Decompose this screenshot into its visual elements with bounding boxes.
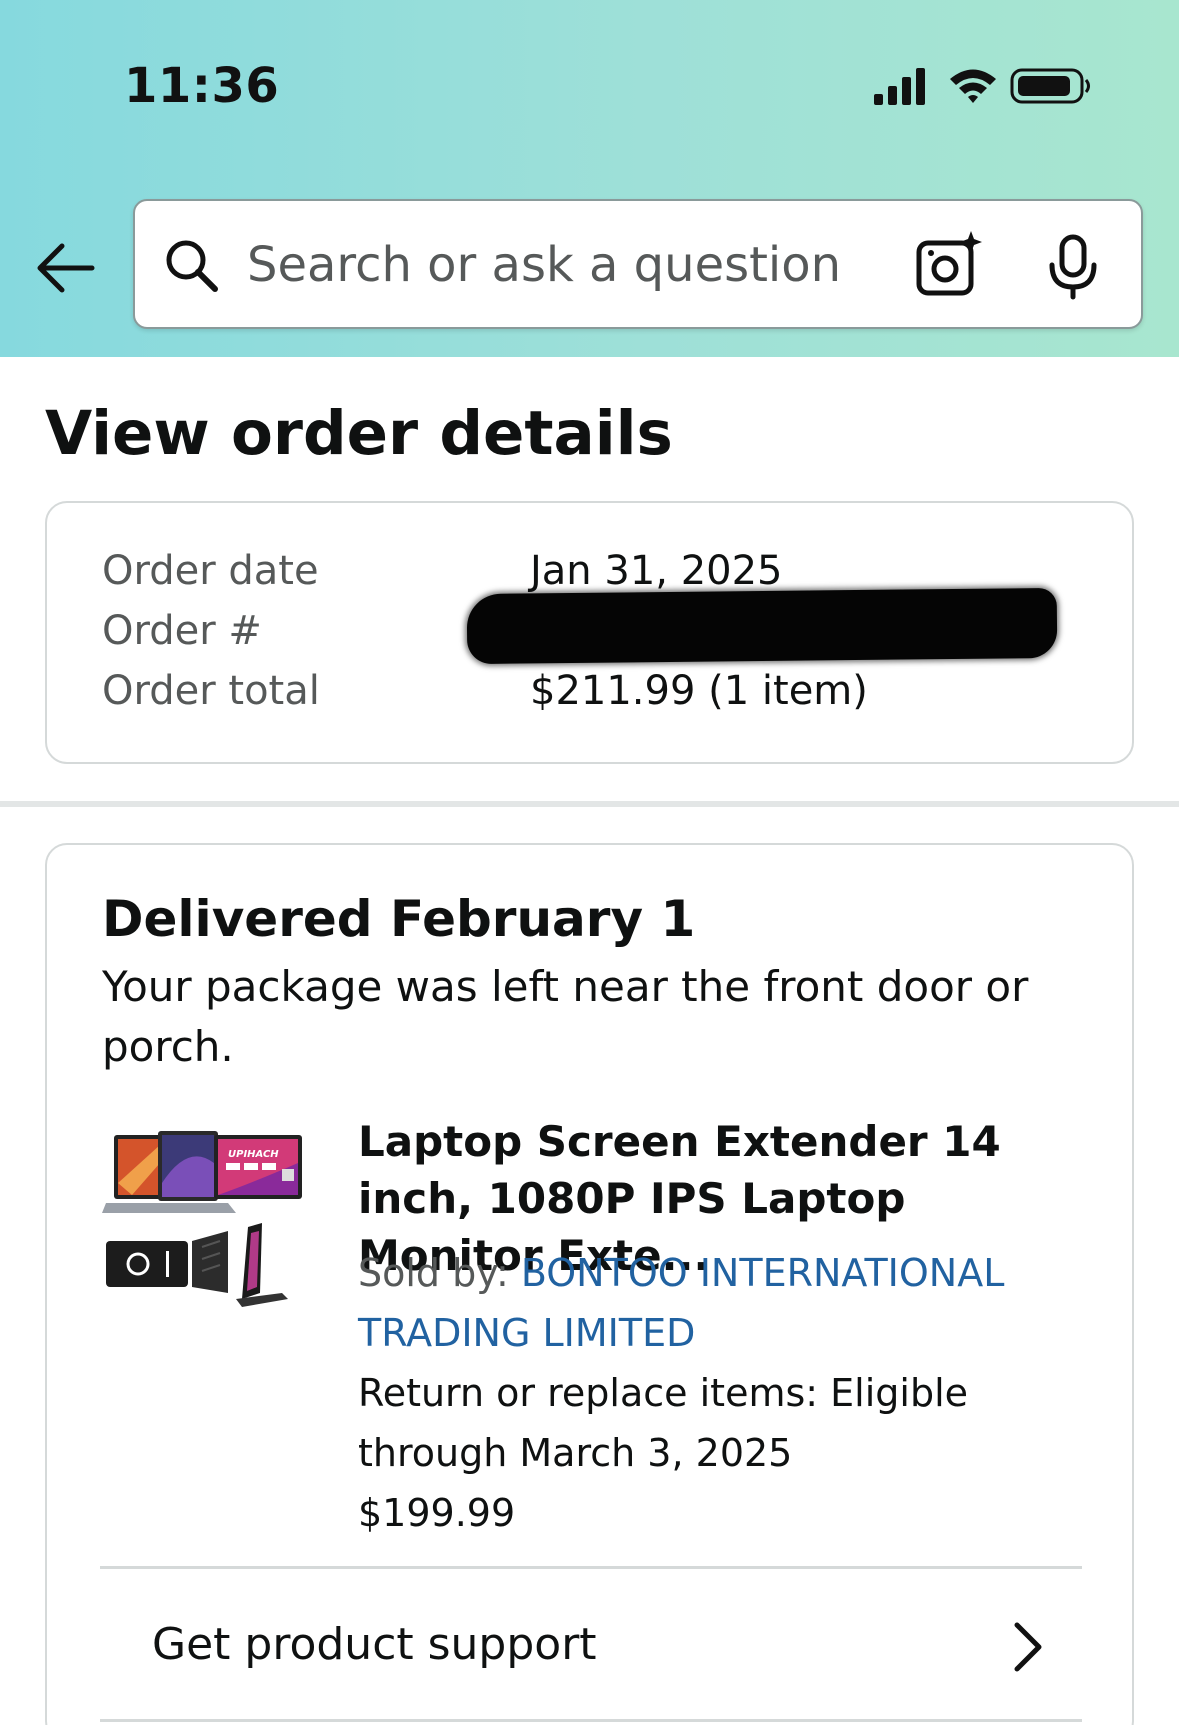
status-time: 11:36 bbox=[124, 58, 280, 114]
shipment-card: Delivered February 1 Your package was le… bbox=[45, 843, 1134, 1725]
camera-lens-icon[interactable] bbox=[913, 229, 985, 301]
search-input[interactable] bbox=[247, 229, 927, 301]
product-image-brand-text: UPIHACH bbox=[228, 1149, 279, 1160]
chevron-right-icon bbox=[1014, 1622, 1042, 1672]
search-bar[interactable] bbox=[133, 199, 1143, 329]
back-button[interactable] bbox=[32, 238, 102, 298]
microphone-icon[interactable] bbox=[1043, 233, 1103, 301]
wifi-icon bbox=[950, 69, 996, 103]
delivery-status-title: Delivered February 1 bbox=[102, 890, 696, 948]
sold-by-line: Sold by: BONTOO INTERNATIONAL TRADING LI… bbox=[358, 1243, 1108, 1363]
order-total-value: $211.99 (1 item) bbox=[530, 668, 868, 714]
order-summary-card: Order date Jan 31, 2025 Order # Order to… bbox=[45, 501, 1134, 764]
battery-icon bbox=[1010, 68, 1090, 104]
get-product-support-button[interactable]: Get product support bbox=[47, 1569, 1132, 1719]
get-product-support-label: Get product support bbox=[152, 1619, 597, 1670]
app-header: 11:36 bbox=[0, 0, 1179, 357]
status-icons bbox=[872, 66, 1092, 112]
cellular-signal-icon bbox=[874, 68, 925, 105]
delivery-status-message: Your package was left near the front doo… bbox=[102, 962, 1029, 1071]
card-divider-bottom bbox=[100, 1719, 1082, 1722]
product-image[interactable]: UPIHACH bbox=[102, 1123, 312, 1313]
order-date-value: Jan 31, 2025 bbox=[530, 548, 783, 594]
order-number-label: Order # bbox=[102, 608, 262, 654]
item-price: $199.99 bbox=[358, 1491, 516, 1535]
return-eligibility-text: Return or replace items: Eligible throug… bbox=[358, 1371, 969, 1475]
search-icon bbox=[166, 240, 218, 292]
section-divider bbox=[0, 801, 1179, 807]
arrow-left-icon bbox=[37, 243, 95, 293]
laptop-monitor-product-icon: UPIHACH bbox=[102, 1131, 302, 1307]
order-date-label: Order date bbox=[102, 548, 319, 594]
order-total-label: Order total bbox=[102, 668, 320, 714]
page-title: View order details bbox=[45, 398, 673, 469]
sold-by-label: Sold by: bbox=[358, 1251, 509, 1295]
order-number-redaction bbox=[466, 587, 1058, 665]
